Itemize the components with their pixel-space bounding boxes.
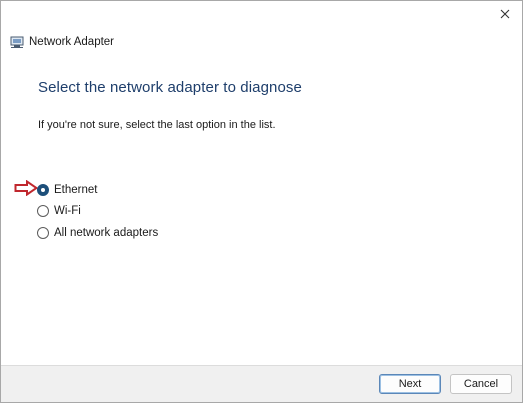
page-heading: Select the network adapter to diagnose [38,79,302,96]
radio-all-adapters[interactable] [37,226,49,239]
option-all-adapters[interactable]: All network adapters [37,222,158,244]
cancel-button[interactable]: Cancel [450,374,512,394]
dialog-footer: Next Cancel [1,365,522,402]
dialog-window: Network Adapter Select the network adapt… [0,0,523,403]
next-button[interactable]: Next [379,374,441,394]
radio-wifi[interactable] [37,205,49,218]
close-button[interactable] [492,2,518,28]
window-title: Network Adapter [29,36,115,48]
radio-ethernet[interactable] [37,183,49,196]
red-arrow-icon [14,179,39,197]
option-label: Ethernet [54,183,98,196]
option-ethernet[interactable]: Ethernet [37,179,158,201]
option-label: All network adapters [54,226,159,239]
option-label: Wi-Fi [54,205,81,218]
option-wifi[interactable]: Wi-Fi [37,201,158,223]
network-adapter-icon [10,35,24,49]
close-icon [500,6,510,24]
instruction-text: If you're not sure, select the last opti… [38,119,276,131]
title-bar: Network Adapter [10,35,114,49]
adapter-options: Ethernet Wi-Fi All network adapters [37,179,158,244]
